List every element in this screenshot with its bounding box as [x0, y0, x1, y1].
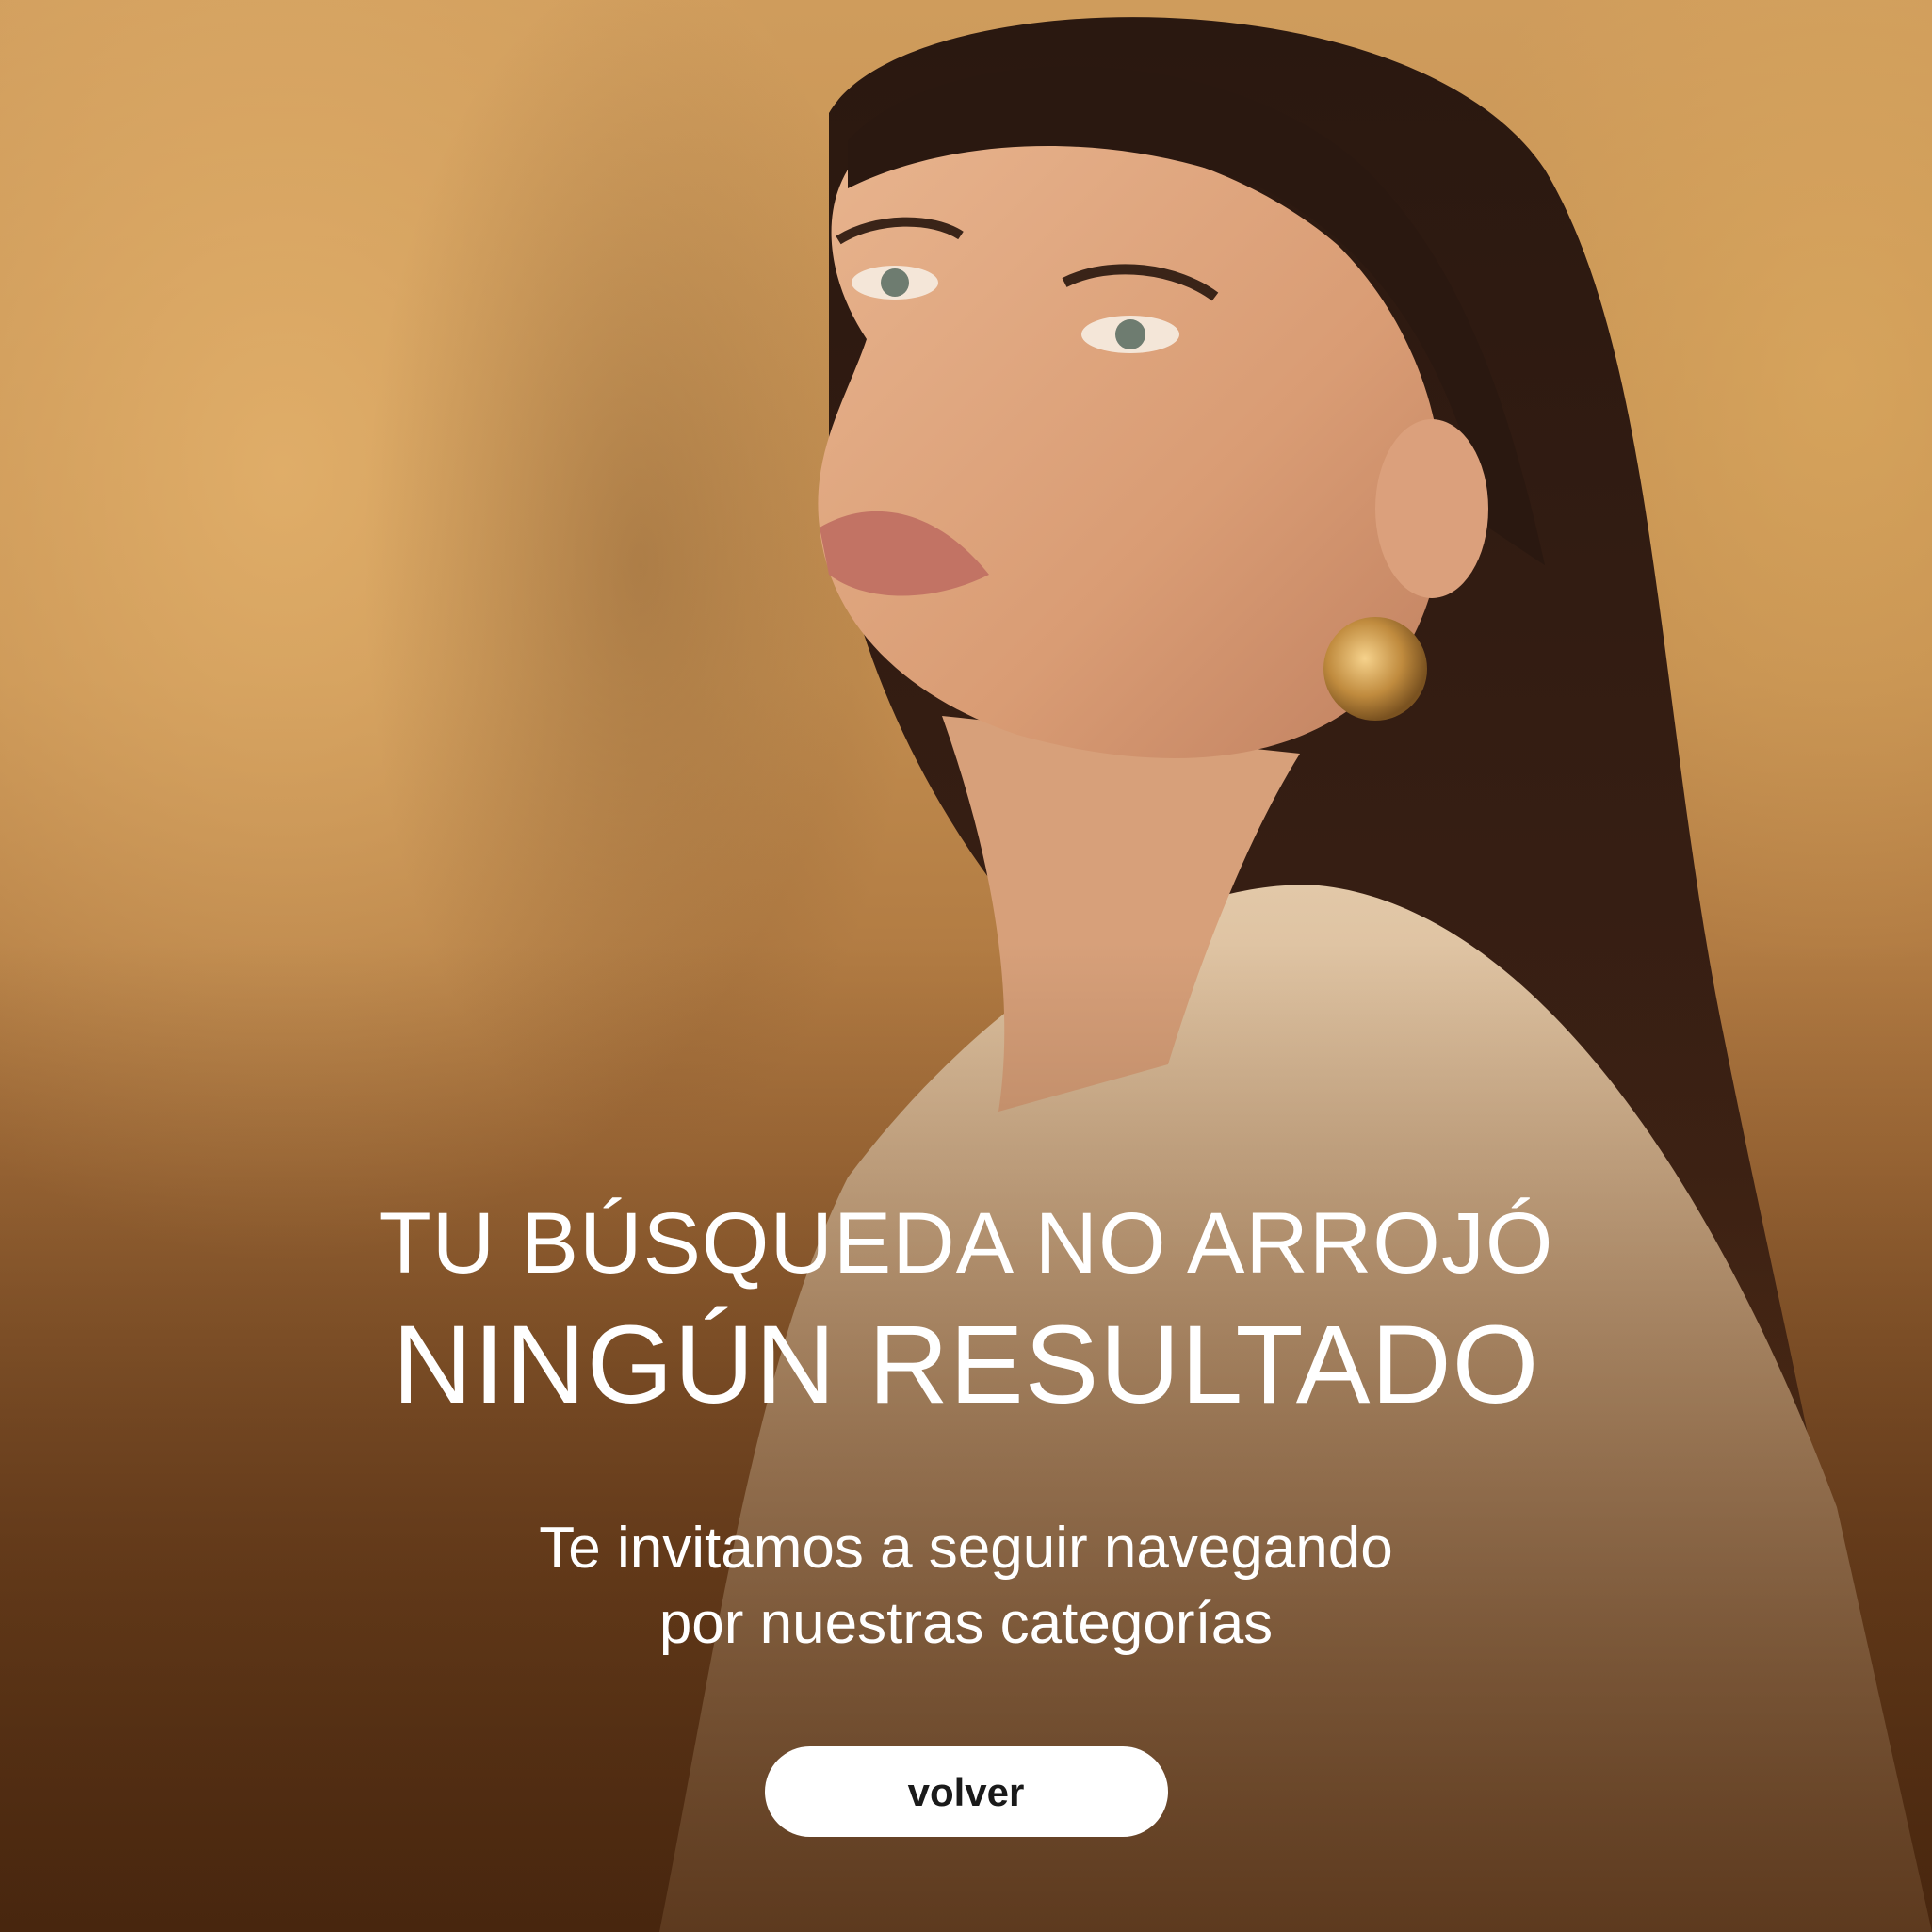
subtext-line-2: por nuestras categorías: [658, 1591, 1274, 1656]
headline-line-1: TU BÚSQUEDA NO ARROJÓ: [378, 1195, 1554, 1291]
headline-line-2: NINGÚN RESULTADO: [392, 1303, 1540, 1427]
no-results-message: TU BÚSQUEDA NO ARROJÓ NINGÚN RESULTADO T…: [0, 1196, 1932, 1837]
no-results-page: TU BÚSQUEDA NO ARROJÓ NINGÚN RESULTADO T…: [0, 0, 1932, 1932]
back-button[interactable]: volver: [764, 1746, 1168, 1837]
subtext-line-1: Te invitamos a seguir navegando: [539, 1516, 1393, 1581]
subtext: Te invitamos a seguir navegando por nues…: [0, 1511, 1932, 1662]
